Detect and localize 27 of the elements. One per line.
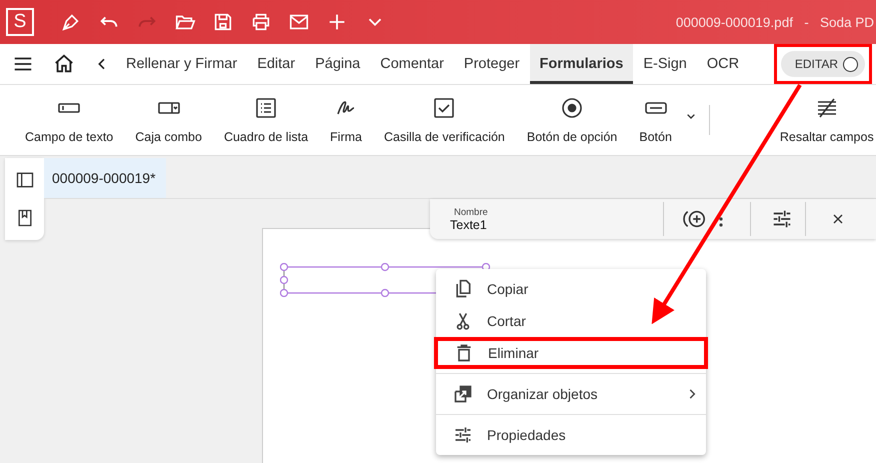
toolbar-button[interactable]: Firma (319, 96, 373, 144)
menu-item[interactable]: Propiedades (434, 419, 708, 451)
field-label: Nombre (454, 206, 489, 218)
toolbar-button[interactable]: Cuadro de lista (212, 96, 320, 144)
window-title: 000009-000019.pdf - Soda PD (676, 14, 874, 30)
ribbon-tab[interactable]: Comentar (370, 44, 454, 84)
menu-item[interactable]: Eliminar (434, 337, 708, 369)
ribbon-tab[interactable]: E-Sign (633, 44, 697, 84)
ribbon-tab[interactable]: OCR (696, 44, 750, 84)
toolbar-button[interactable]: Campo de texto (14, 96, 124, 144)
toolbar-button[interactable]: Resaltar campos (766, 96, 874, 144)
toolbar-button[interactable]: Caja combo (124, 96, 213, 144)
menu-item[interactable]: Cortar (434, 305, 708, 337)
ribbon-tab[interactable]: Rellenar y Firmar (116, 44, 248, 84)
ribbon-tab[interactable]: Proteger (454, 44, 530, 84)
ribbon-tab[interactable]: Página (305, 44, 370, 84)
edit-toggle[interactable]: EDITAR (780, 51, 865, 77)
field-name-value[interactable]: Texte1 (450, 218, 663, 232)
menu-item[interactable]: Organizar objetos (434, 378, 708, 410)
document-tab[interactable]: 000009-000019* (44, 158, 166, 198)
ribbon-tab[interactable]: Formularios (530, 44, 634, 84)
menu-item[interactable]: Copiar (434, 273, 708, 305)
ribbon-tab[interactable]: Editar (247, 44, 306, 84)
app-logo: S (6, 8, 34, 36)
toolbar-button[interactable]: Botón de opción (516, 96, 628, 144)
toolbar-button[interactable]: Casilla de verificación (372, 96, 516, 144)
toolbar-button[interactable]: Botón (628, 96, 683, 144)
